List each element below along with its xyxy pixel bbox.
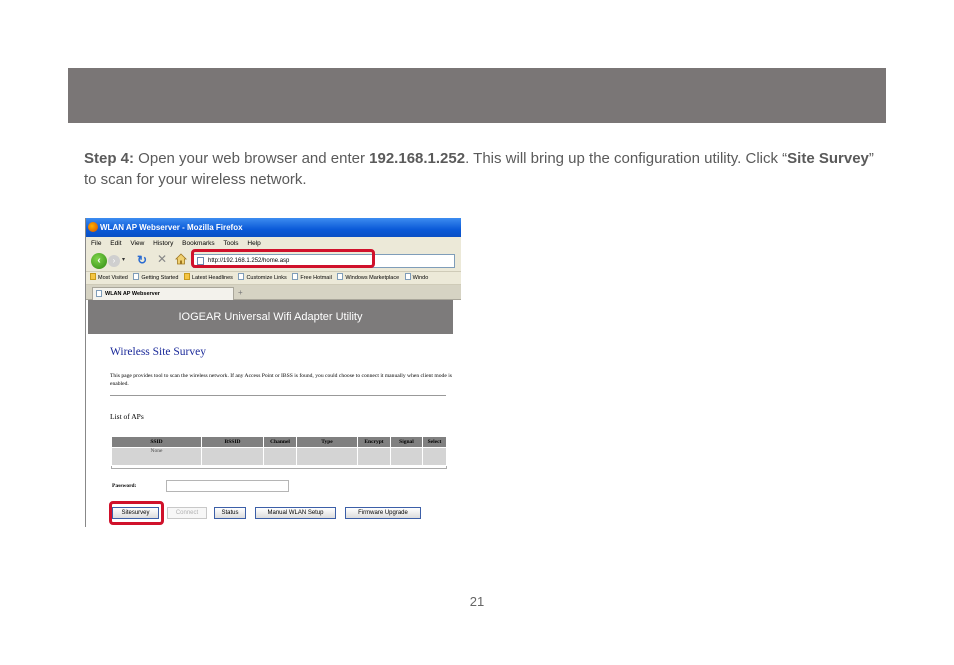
window-titlebar: WLAN AP Webserver - Mozilla Firefox — [86, 218, 461, 237]
ap-table: SSID BSSID Channel Type Encrypt Signal S… — [111, 436, 447, 466]
col-channel: Channel — [263, 436, 297, 448]
folder-icon — [90, 273, 96, 280]
bookmark-getting-started[interactable]: Getting Started — [133, 272, 178, 285]
cell-bssid — [201, 447, 264, 466]
menu-file[interactable]: File — [91, 240, 101, 247]
col-select: Select — [422, 436, 447, 448]
page-content: IOGEAR Universal Wifi Adapter Utility Wi… — [86, 300, 461, 527]
reload-icon[interactable]: ↻ — [137, 253, 147, 267]
bookmark-most-visited[interactable]: Most Visited — [90, 272, 128, 285]
cell-type — [296, 447, 358, 466]
menu-edit[interactable]: Edit — [110, 240, 121, 247]
col-signal: Signal — [390, 436, 423, 448]
page-icon — [96, 290, 102, 297]
password-input[interactable] — [166, 480, 289, 492]
menu-bookmarks[interactable]: Bookmarks — [182, 240, 215, 247]
browser-screenshot: WLAN AP Webserver - Mozilla Firefox File… — [85, 218, 461, 527]
page-title: Wireless Site Survey — [110, 346, 206, 358]
page-icon — [404, 273, 411, 280]
menu-help[interactable]: Help — [247, 240, 260, 247]
folder-icon — [183, 273, 190, 280]
bookmarks-toolbar: Most Visited Getting Started Latest Head… — [86, 272, 461, 285]
firefox-logo-icon — [88, 222, 98, 232]
table-row: None — [111, 447, 447, 466]
header-band — [68, 68, 886, 123]
col-ssid: SSID — [111, 436, 202, 448]
sitesurvey-highlight-box — [109, 501, 164, 525]
col-bssid: BSSID — [201, 436, 264, 448]
divider — [110, 395, 446, 396]
ip-address: 192.168.1.252 — [369, 150, 466, 167]
instruction-part-2: . This will bring up the configuration u… — [465, 150, 788, 167]
site-survey-term: Site Survey — [787, 150, 869, 167]
url-highlight-box — [191, 249, 375, 268]
page-icon — [292, 273, 299, 280]
cell-encrypt — [357, 447, 391, 466]
stop-icon[interactable]: ✕ — [157, 252, 167, 266]
ap-list-title: List of APs — [110, 412, 144, 421]
bookmark-customize-links[interactable]: Customize Links — [238, 272, 287, 285]
col-encrypt: Encrypt — [357, 436, 391, 448]
tab-bar: WLAN AP Webserver + — [86, 285, 461, 300]
home-icon[interactable] — [175, 253, 187, 265]
instruction-text: Step 4: Open your web browser and enter … — [84, 148, 884, 190]
table-header-row: SSID BSSID Channel Type Encrypt Signal S… — [111, 436, 447, 448]
page-description: This page provides tool to scan the wire… — [110, 373, 452, 387]
page-icon — [337, 273, 344, 280]
page-icon — [238, 273, 245, 280]
history-dropdown-icon[interactable]: ▾ — [122, 256, 125, 263]
firmware-upgrade-button[interactable]: Firmware Upgrade — [345, 507, 421, 519]
password-label: Password: — [112, 483, 137, 489]
menu-tools[interactable]: Tools — [223, 240, 238, 247]
connect-button[interactable]: Connect — [167, 507, 207, 519]
bookmark-windows[interactable]: Windo — [404, 272, 428, 285]
col-type: Type — [296, 436, 358, 448]
new-tab-button[interactable]: + — [238, 288, 243, 297]
cell-signal — [390, 447, 423, 466]
manual-wlan-setup-button[interactable]: Manual WLAN Setup — [255, 507, 336, 519]
menu-history[interactable]: History — [153, 240, 173, 247]
step-label: Step 4: — [84, 150, 135, 167]
cell-ssid: None — [111, 447, 202, 466]
bookmark-free-hotmail[interactable]: Free Hotmail — [292, 272, 332, 285]
instruction-part-1: Open your web browser and enter — [134, 150, 370, 167]
bookmark-windows-marketplace[interactable]: Windows Marketplace — [337, 272, 399, 285]
forward-arrow-icon[interactable]: › — [108, 255, 120, 267]
window-title: WLAN AP Webserver - Mozilla Firefox — [100, 223, 243, 232]
cell-channel — [263, 447, 297, 466]
menu-view[interactable]: View — [130, 240, 144, 247]
status-button[interactable]: Status — [214, 507, 246, 519]
bookmark-latest-headlines[interactable]: Latest Headlines — [183, 272, 233, 285]
page-icon — [133, 273, 140, 280]
page-number: 21 — [469, 594, 485, 609]
cell-select — [422, 447, 447, 466]
utility-banner: IOGEAR Universal Wifi Adapter Utility — [88, 300, 453, 334]
back-arrow-icon[interactable]: ‹ — [91, 253, 107, 269]
tab-wlan-ap-webserver[interactable]: WLAN AP Webserver — [92, 287, 234, 300]
